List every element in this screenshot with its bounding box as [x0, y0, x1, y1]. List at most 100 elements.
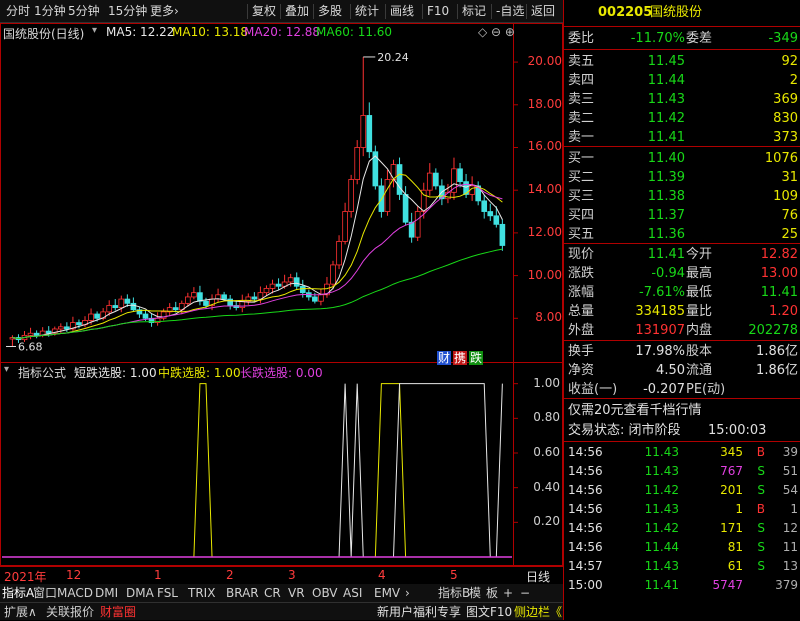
tick-price: 11.43	[644, 559, 679, 573]
tick-row: 14:56 11.42 171 S 12	[564, 519, 800, 538]
indicator-tab-4[interactable]: DMA	[126, 584, 154, 602]
chart-toolbar: 分时 1分钟 5分钟 15分钟 更多› 复权 叠加 多股 统计 画线 F10 标记 -自选 返回	[0, 0, 563, 23]
tab-2[interactable]: 5分钟	[68, 0, 100, 23]
tick-time: 14:56	[568, 540, 603, 554]
indicator-tab-10[interactable]: OBV	[312, 584, 338, 602]
toolbar-button-6[interactable]: 标记	[462, 0, 486, 23]
bid-row[interactable]: 买三 11.38 109	[564, 187, 800, 206]
indicator-tab-15[interactable]: 模	[469, 584, 481, 602]
ask-row[interactable]: 卖四 11.44 2	[564, 71, 800, 90]
status-left-0[interactable]: 扩展∧	[4, 603, 37, 621]
indicator-dropdown-icon[interactable]: ▾	[4, 364, 9, 375]
depth-promo[interactable]: 仅需20元查看千档行情	[564, 401, 800, 420]
indicator-tab-14[interactable]: 指标B	[438, 584, 470, 602]
status-left-1[interactable]: 关联报价	[46, 603, 94, 621]
candle-body	[433, 172, 439, 187]
badge-die[interactable]: 跌	[469, 351, 484, 365]
tab-1[interactable]: 1分钟	[34, 0, 66, 23]
indicator-tab-0[interactable]: 指标A	[2, 584, 34, 602]
indicator-tab-18[interactable]: −	[520, 584, 530, 602]
indicator-tab-7[interactable]: BRAR	[226, 584, 259, 602]
toolbar-button-7[interactable]: -自选	[496, 0, 524, 23]
toolbar-button-0[interactable]: 复权	[252, 0, 276, 23]
status-promo[interactable]: 新用户福利专享	[377, 603, 461, 621]
bid-vol: 76	[781, 208, 798, 223]
bid-row[interactable]: 买一 11.40 1076	[564, 149, 800, 168]
price-tick: 14.00	[527, 182, 562, 197]
indicator-tab-8[interactable]: CR	[264, 584, 281, 602]
ask-vol: 2	[789, 73, 798, 88]
candle-body	[384, 179, 391, 212]
bid-vol: 1076	[764, 151, 798, 166]
bid-row[interactable]: 买五 11.36 25	[564, 225, 800, 244]
ask-row[interactable]: 卖一 11.41 373	[564, 128, 800, 147]
status-sidebar[interactable]: 侧边栏《	[514, 603, 562, 621]
tab-3[interactable]: 15分钟	[108, 0, 147, 23]
tick-row: 14:56 11.42 201 S 54	[564, 481, 800, 500]
indicator-tab-12[interactable]: EMV	[374, 584, 400, 602]
weibi-row: 委比 -11.70% 委差 -349	[564, 29, 800, 48]
indicator-tab-3[interactable]: DMI	[95, 584, 118, 602]
indicator-tick: 0.20	[533, 514, 560, 529]
depth-promo-text[interactable]: 仅需20元查看千档行情	[568, 401, 702, 420]
stat-value: 11.41	[647, 247, 685, 262]
stat-label: 总量	[568, 304, 595, 319]
indicator-tab-13[interactable]: ›	[405, 584, 410, 602]
status-left-2[interactable]: 财富圈	[100, 603, 136, 621]
indicator-tab-11[interactable]: ASI	[343, 584, 362, 602]
badge-cai[interactable]: 财	[437, 351, 452, 365]
toolbar-button-4[interactable]: 画线	[390, 0, 414, 23]
quote-header: 002205 国统股份	[564, 2, 800, 24]
tick-vol: 1	[735, 502, 743, 516]
tick-vol: 201	[720, 483, 743, 497]
candle-body	[221, 294, 227, 300]
indicator-tab-5[interactable]: FSL	[157, 584, 178, 602]
tick-side: S	[757, 464, 765, 478]
tab-4[interactable]: 更多›	[150, 0, 179, 23]
candlestick-chart[interactable]: 20.24 6.68	[0, 23, 563, 566]
price-tick: 8.00	[535, 310, 562, 325]
ask-row[interactable]: 卖五 11.45 92	[564, 52, 800, 71]
stat-label: 最高	[686, 266, 713, 281]
dropdown-icon[interactable]: ▾	[92, 25, 97, 36]
status-f10[interactable]: 图文F10	[466, 603, 512, 621]
ask-price: 11.43	[647, 92, 685, 107]
candle-body	[112, 305, 119, 309]
tick-row: 14:56 11.43 1 B 1	[564, 500, 800, 519]
indicator-tab-17[interactable]: +	[503, 584, 513, 602]
axis-unit[interactable]: 日线	[526, 568, 550, 585]
chart-area[interactable]: 20.24 6.68 国统股份(日线) ▾ MA5: 12.22 MA10: 13…	[0, 23, 563, 566]
badge-xie[interactable]: 携	[453, 351, 468, 365]
time-tick: 4	[378, 568, 386, 582]
stat2-label: 收益(一)	[568, 382, 618, 397]
tick-side: S	[757, 540, 765, 554]
indicator-tab-1[interactable]: 窗口	[33, 584, 57, 602]
candle-body	[33, 332, 40, 336]
indicator-tab-16[interactable]: 板	[486, 584, 498, 602]
indicator-mid: 中跌选股: 1.00	[158, 366, 241, 380]
tick-price: 11.43	[644, 445, 679, 459]
toolbar-button-1[interactable]: 叠加	[285, 0, 309, 23]
toolbar-button-2[interactable]: 多股	[318, 0, 342, 23]
toolbar-button-8[interactable]: 返回	[531, 0, 555, 23]
candle-body	[481, 200, 488, 212]
tab-0[interactable]: 分时	[6, 0, 30, 23]
bid-row[interactable]: 买二 11.39 31	[564, 168, 800, 187]
stat-label: 最低	[686, 285, 713, 300]
candle-body	[318, 294, 324, 302]
toolbar-button-5[interactable]: F10	[427, 0, 449, 23]
stat-row: 外盘 131907 内盘 202278	[564, 321, 800, 340]
ask-label: 卖二	[568, 111, 595, 126]
ask-row[interactable]: 卖二 11.42 830	[564, 109, 800, 128]
ask-label: 卖四	[568, 73, 595, 88]
ask-row[interactable]: 卖三 11.43 369	[564, 90, 800, 109]
chart-toggle-icons[interactable]: ◇ ⊖ ⊕	[478, 25, 515, 39]
bid-price: 11.38	[647, 189, 685, 204]
tick-vol: 61	[727, 559, 743, 573]
indicator-tab-6[interactable]: TRIX	[188, 584, 215, 602]
candle-body	[124, 298, 131, 304]
indicator-tab-9[interactable]: VR	[288, 584, 305, 602]
bid-row[interactable]: 买四 11.37 76	[564, 206, 800, 225]
toolbar-button-3[interactable]: 统计	[355, 0, 379, 23]
indicator-tab-2[interactable]: MACD	[57, 584, 93, 602]
